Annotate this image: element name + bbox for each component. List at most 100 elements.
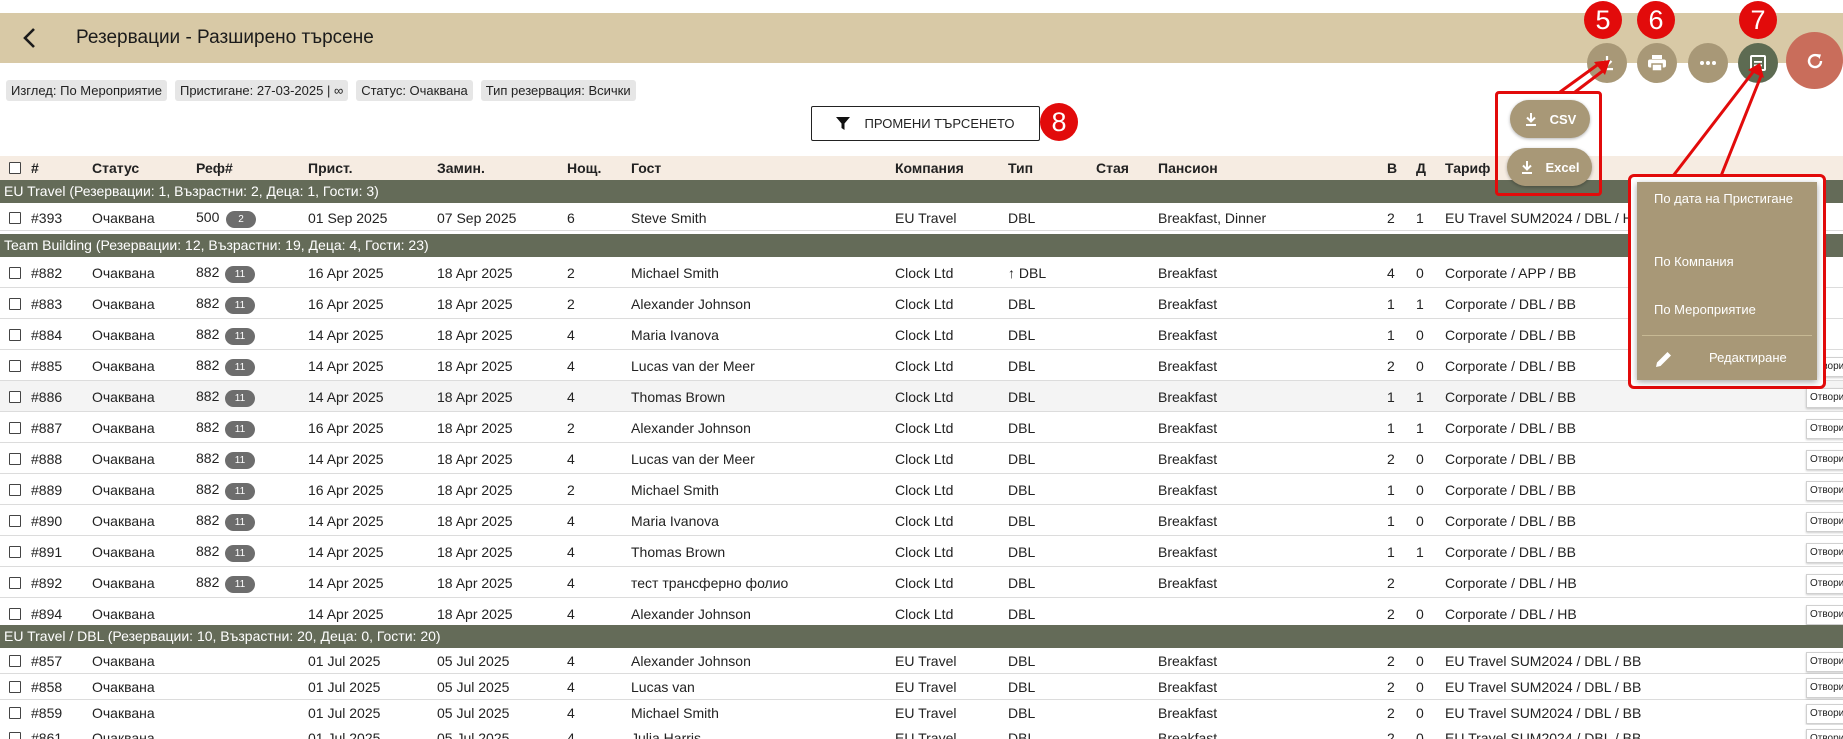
open-reservation-button[interactable]: Отвори [1806,574,1843,594]
row-checkbox[interactable] [9,212,21,224]
booking-count-badge[interactable]: 11 [225,390,255,407]
row-checkbox[interactable] [9,391,21,403]
export-excel-button[interactable]: Excel [1507,148,1592,186]
table-row[interactable]: #888 Очаквана 14 Apr 2025 18 Apr 2025 4 Lucas… [0,443,1843,474]
column-header-tariff[interactable]: Тариф [1445,160,1490,176]
table-row[interactable]: #882 Очаквана 16 Apr 2025 18 Apr 2025 2 Micha… [0,257,1843,288]
view-layout-button[interactable] [1738,43,1778,83]
table-row[interactable]: #883 Очаквана 16 Apr 2025 18 Apr 2025 2 Alexa… [0,288,1843,319]
group-header-row[interactable]: EU Travel / DBL (Резервации: 10, Възраст… [0,625,1843,648]
table-row[interactable]: #393 Очаквана 01 Sep 2025 07 Sep 2025 6 Steve… [0,205,1843,231]
table-row[interactable]: #858 Очаквана 01 Jul 2025 05 Jul 2025 4 Lucas… [0,674,1843,700]
booking-count-badge[interactable]: 11 [225,421,255,438]
cell-company: Clock Ltd [895,389,954,405]
column-header-status[interactable]: Статус [92,160,139,176]
table-row[interactable]: #886 Очаквана 14 Apr 2025 18 Apr 2025 4 Thoma… [0,381,1843,412]
column-header-guest[interactable]: Гост [631,160,661,176]
print-button[interactable] [1637,43,1677,83]
table-row[interactable]: #857 Очаквана 01 Jul 2025 05 Jul 2025 4 Alexa… [0,648,1843,674]
row-checkbox[interactable] [9,484,21,496]
open-reservation-button[interactable]: Отвори [1806,512,1843,532]
row-checkbox[interactable] [9,546,21,558]
row-checkbox[interactable] [9,360,21,372]
column-header-nights[interactable]: Нощ. [567,160,601,176]
row-checkbox[interactable] [9,422,21,434]
cell-ref[interactable]: 882 [196,450,219,466]
row-checkbox[interactable] [9,577,21,589]
column-header-room[interactable]: Стая [1096,160,1129,176]
table-row[interactable]: #884 Очаквана 14 Apr 2025 18 Apr 2025 4 Maria… [0,319,1843,350]
open-reservation-button[interactable]: Отвори [1806,729,1843,739]
cell-ref[interactable]: 882 [196,264,219,280]
cell-ref[interactable]: 882 [196,388,219,404]
open-reservation-button[interactable]: Отвори [1806,704,1843,724]
row-checkbox[interactable] [9,732,21,739]
row-checkbox[interactable] [9,267,21,279]
table-row[interactable]: #859 Очаквана 01 Jul 2025 05 Jul 2025 4 Micha… [0,700,1843,726]
booking-count-badge[interactable]: 2 [226,211,256,228]
column-header-arrival[interactable]: Прист. [308,160,353,176]
booking-count-badge[interactable]: 11 [225,483,255,500]
booking-count-badge[interactable]: 11 [225,576,255,593]
column-header-type[interactable]: Тип [1008,160,1033,176]
column-header-adults[interactable]: В [1387,160,1397,176]
table-row[interactable]: #887 Очаквана 16 Apr 2025 18 Apr 2025 2 Alexa… [0,412,1843,443]
cell-ref[interactable]: 882 [196,574,219,590]
open-reservation-button[interactable]: Отвори [1806,388,1843,408]
table-row[interactable]: #891 Очаквана 14 Apr 2025 18 Apr 2025 4 Thoma… [0,536,1843,567]
table-row[interactable]: #889 Очаквана 16 Apr 2025 18 Apr 2025 2 Micha… [0,474,1843,505]
open-reservation-button[interactable]: Отвори [1806,419,1843,439]
table-row[interactable]: #861 Очаквана 01 Jul 2025 05 Jul 2025 4 Julia… [0,725,1843,739]
change-search-button[interactable]: ПРОМЕНИ ТЪРСЕНЕТО [811,106,1040,141]
column-header-children[interactable]: Д [1416,160,1426,176]
cell-nights: 4 [567,679,575,695]
column-header-board[interactable]: Пансион [1158,160,1218,176]
row-checkbox[interactable] [9,655,21,667]
menu-item-by-company[interactable]: По Компания [1654,252,1734,271]
column-header-ref[interactable]: Реф# [196,160,233,176]
menu-item-by-arrival[interactable]: По дата на Пристигане [1654,189,1794,208]
cell-ref[interactable]: 882 [196,481,219,497]
more-button[interactable] [1688,43,1728,83]
table-row[interactable]: #892 Очаквана 14 Apr 2025 18 Apr 2025 4 тест … [0,567,1843,598]
menu-item-by-event[interactable]: По Мероприятие [1654,300,1756,319]
booking-count-badge[interactable]: 11 [225,266,255,283]
row-checkbox[interactable] [9,453,21,465]
open-reservation-button[interactable]: Отвори [1806,450,1843,470]
cell-ref[interactable]: 500 [196,209,219,225]
row-checkbox[interactable] [9,681,21,693]
back-button[interactable] [17,24,41,52]
row-checkbox[interactable] [9,298,21,310]
booking-count-badge[interactable]: 11 [225,514,255,531]
open-reservation-button[interactable]: Отвори [1806,605,1843,625]
menu-item-edit[interactable]: Редактиране [1637,336,1817,380]
cell-ref[interactable]: 882 [196,295,219,311]
booking-count-badge[interactable]: 11 [225,452,255,469]
row-checkbox[interactable] [9,515,21,527]
cell-ref[interactable]: 882 [196,543,219,559]
booking-count-badge[interactable]: 11 [225,359,255,376]
cell-ref[interactable]: 882 [196,512,219,528]
cell-ref[interactable]: 882 [196,419,219,435]
open-reservation-button[interactable]: Отвори [1806,543,1843,563]
row-checkbox[interactable] [9,608,21,620]
open-reservation-button[interactable]: Отвори [1806,678,1843,698]
group-header-row[interactable]: Team Building (Резервации: 12, Възрастни… [0,234,1843,257]
open-reservation-button[interactable]: Отвори [1806,481,1843,501]
download-button[interactable] [1587,43,1627,83]
row-checkbox[interactable] [9,707,21,719]
column-header-company[interactable]: Компания [895,160,964,176]
table-row[interactable]: #890 Очаквана 14 Apr 2025 18 Apr 2025 4 Maria… [0,505,1843,536]
column-header-departure[interactable]: Замин. [437,160,485,176]
export-csv-button[interactable]: CSV [1510,100,1590,138]
booking-count-badge[interactable]: 11 [225,545,255,562]
select-all-checkbox[interactable] [9,162,21,174]
open-reservation-button[interactable]: Отвори [1806,652,1843,672]
table-row[interactable]: #885 Очаквана 14 Apr 2025 18 Apr 2025 4 Lucas… [0,350,1843,381]
refresh-button[interactable] [1786,32,1843,89]
booking-count-badge[interactable]: 11 [225,297,255,314]
booking-count-badge[interactable]: 11 [225,328,255,345]
row-checkbox[interactable] [9,329,21,341]
cell-ref[interactable]: 882 [196,357,219,373]
cell-ref[interactable]: 882 [196,326,219,342]
